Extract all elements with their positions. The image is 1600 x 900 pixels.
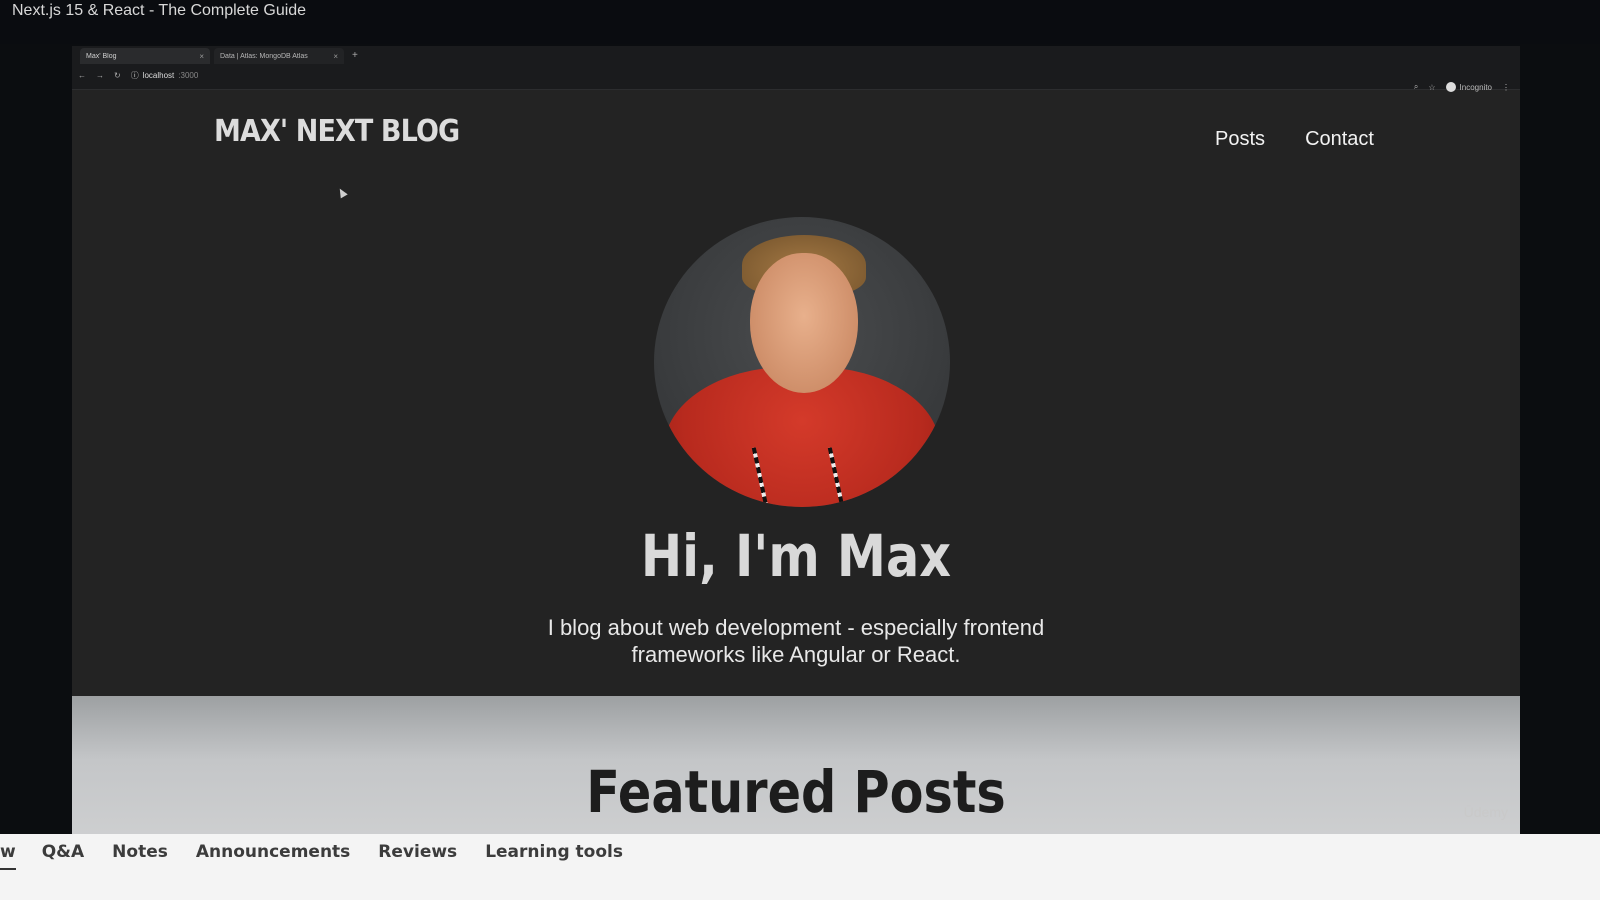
bookmark-star-icon[interactable]: ☆ (1428, 83, 1435, 92)
url-host: localhost (142, 70, 175, 80)
tab-notes[interactable]: Notes (112, 842, 168, 862)
author-avatar (654, 217, 950, 507)
back-arrow-icon[interactable]: ← (78, 71, 86, 80)
mouse-cursor-icon (336, 186, 348, 199)
browser-toolbar-right: ⌕ ☆ Incognito ⋮ (1414, 82, 1510, 92)
reload-icon[interactable]: ↻ (114, 71, 121, 80)
course-title: Next.js 15 & React - The Complete Guide (12, 2, 307, 19)
url-port: :3000 (178, 70, 199, 80)
browser-tab-atlas[interactable]: Data | Atlas: MongoDB Atlas × (214, 48, 344, 64)
tab-qa[interactable]: Q&A (42, 842, 84, 862)
incognito-icon (1445, 82, 1456, 92)
tab-reviews[interactable]: Reviews (378, 842, 457, 862)
featured-posts-title: Featured Posts (586, 758, 1006, 826)
nav-link-posts[interactable]: Posts (1215, 128, 1265, 151)
hero-description: I blog about web development - especiall… (547, 615, 1045, 667)
tab-learning-tools[interactable]: Learning tools (485, 842, 623, 862)
browser-nav-row: ← → ↻ ⓘ localhost:3000 (78, 68, 198, 82)
hero-title: Hi, I'm Max (640, 522, 952, 590)
browser-tabs: Max' Blog × Data | Atlas: MongoDB Atlas … (80, 48, 358, 64)
info-icon: ⓘ (130, 70, 139, 80)
udemy-watermark: Ūdemy (1463, 804, 1508, 820)
tab-announcements[interactable]: Announcements (196, 842, 350, 862)
course-tabs-bar: w Q&A Notes Announcements Reviews Learni… (0, 834, 1600, 900)
zoom-icon[interactable]: ⌕ (1414, 82, 1418, 92)
menu-kebab-icon[interactable]: ⋮ (1502, 83, 1510, 92)
forward-arrow-icon[interactable]: → (96, 71, 104, 80)
new-tab-button[interactable]: + (348, 48, 358, 64)
tab-label: Max' Blog (86, 52, 117, 60)
featured-posts-section: Featured Posts (72, 696, 1520, 846)
incognito-label: Incognito (1459, 82, 1492, 92)
address-bar[interactable]: ⓘ localhost:3000 (131, 70, 199, 81)
tab-label: Data | Atlas: MongoDB Atlas (220, 52, 308, 60)
tab-overview[interactable]: w (0, 842, 16, 870)
blog-logo[interactable]: MAX' NEXT BLOG (214, 114, 460, 149)
close-icon[interactable]: × (333, 52, 338, 61)
lecture-video-screen[interactable]: Max' Blog × Data | Atlas: MongoDB Atlas … (72, 46, 1520, 846)
browser-tab-blog[interactable]: Max' Blog × (80, 48, 210, 64)
close-icon[interactable]: × (199, 52, 204, 61)
blog-nav: Posts Contact (1215, 128, 1374, 151)
nav-link-contact[interactable]: Contact (1305, 128, 1374, 151)
browser-chrome: Max' Blog × Data | Atlas: MongoDB Atlas … (72, 46, 1520, 92)
incognito-profile[interactable]: Incognito (1445, 82, 1492, 92)
avatar-face (750, 253, 858, 393)
course-title-bar: Next.js 15 & React - The Complete Guide (0, 0, 1600, 44)
